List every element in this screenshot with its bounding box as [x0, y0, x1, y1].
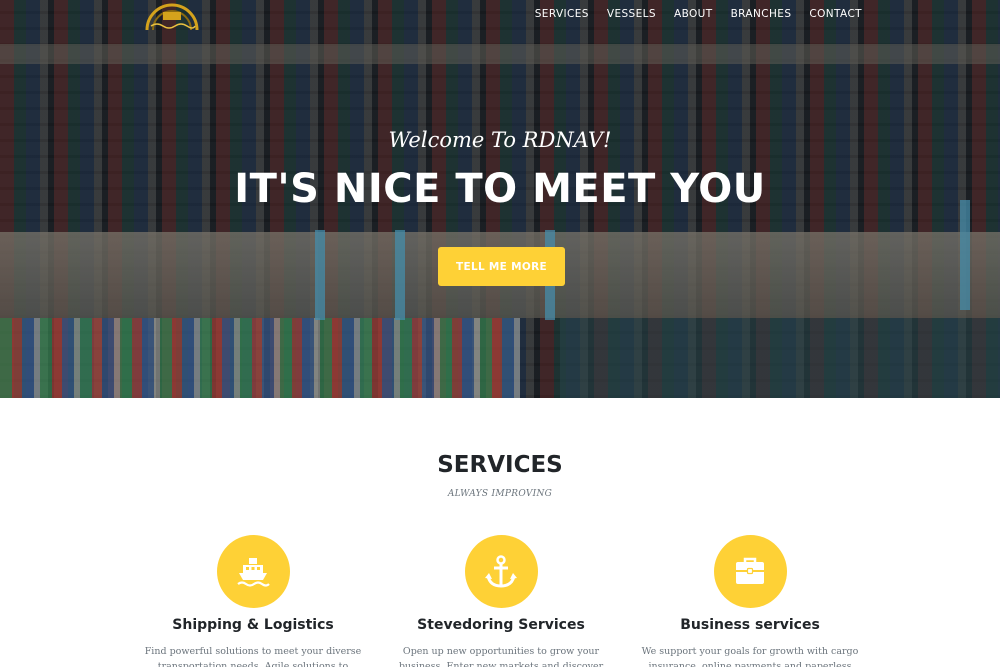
service-description: Open up new opportunities to grow your b… [398, 646, 604, 667]
services-heading: SERVICES [437, 452, 563, 478]
main-nav: SERVICES VESSELS ABOUT BRANCHES CONTACT [535, 8, 862, 20]
ship-icon [237, 557, 270, 587]
hero-background-water [560, 318, 1000, 398]
hero-background-crane [960, 200, 970, 310]
service-title: Stevedoring Services [417, 617, 585, 633]
nav-item-vessels[interactable]: VESSELS [607, 8, 656, 20]
service-description: We support your goals for growth with ca… [641, 646, 859, 667]
hero-background-ship [0, 318, 520, 398]
service-card-shipping: Shipping & Logistics Find powerful solut… [128, 535, 378, 667]
service-title: Shipping & Logistics [172, 617, 334, 633]
anchor-icon-circle [464, 535, 538, 608]
hero-subheading: Welcome To RDNAV! [388, 128, 612, 152]
briefcase-icon [736, 557, 764, 584]
rdnav-logo[interactable] [143, 0, 201, 32]
hero-section: SERVICES VESSELS ABOUT BRANCHES CONTACT … [0, 0, 1000, 398]
hero-background-crane [315, 230, 325, 320]
service-description: Find powerful solutions to meet your div… [144, 646, 362, 667]
tell-me-more-button[interactable]: TELL ME MORE [438, 247, 565, 286]
nav-item-contact[interactable]: CONTACT [809, 8, 862, 20]
service-title: Business services [680, 617, 820, 633]
nav-item-services[interactable]: SERVICES [535, 8, 589, 20]
nav-item-branches[interactable]: BRANCHES [731, 8, 792, 20]
service-card-business: Business services We support your goals … [625, 535, 875, 667]
hero-background-crane [395, 230, 405, 320]
anchor-icon [485, 554, 517, 588]
nav-item-about[interactable]: ABOUT [674, 8, 713, 20]
ship-icon-circle [216, 535, 290, 608]
hero-background-quay [0, 44, 1000, 64]
services-subheading: ALWAYS IMPROVING [447, 489, 553, 499]
service-card-stevedoring: Stevedoring Services Open up new opportu… [376, 535, 626, 667]
briefcase-icon-circle [713, 535, 787, 608]
hero-heading: IT'S NICE TO MEET YOU [234, 166, 766, 212]
